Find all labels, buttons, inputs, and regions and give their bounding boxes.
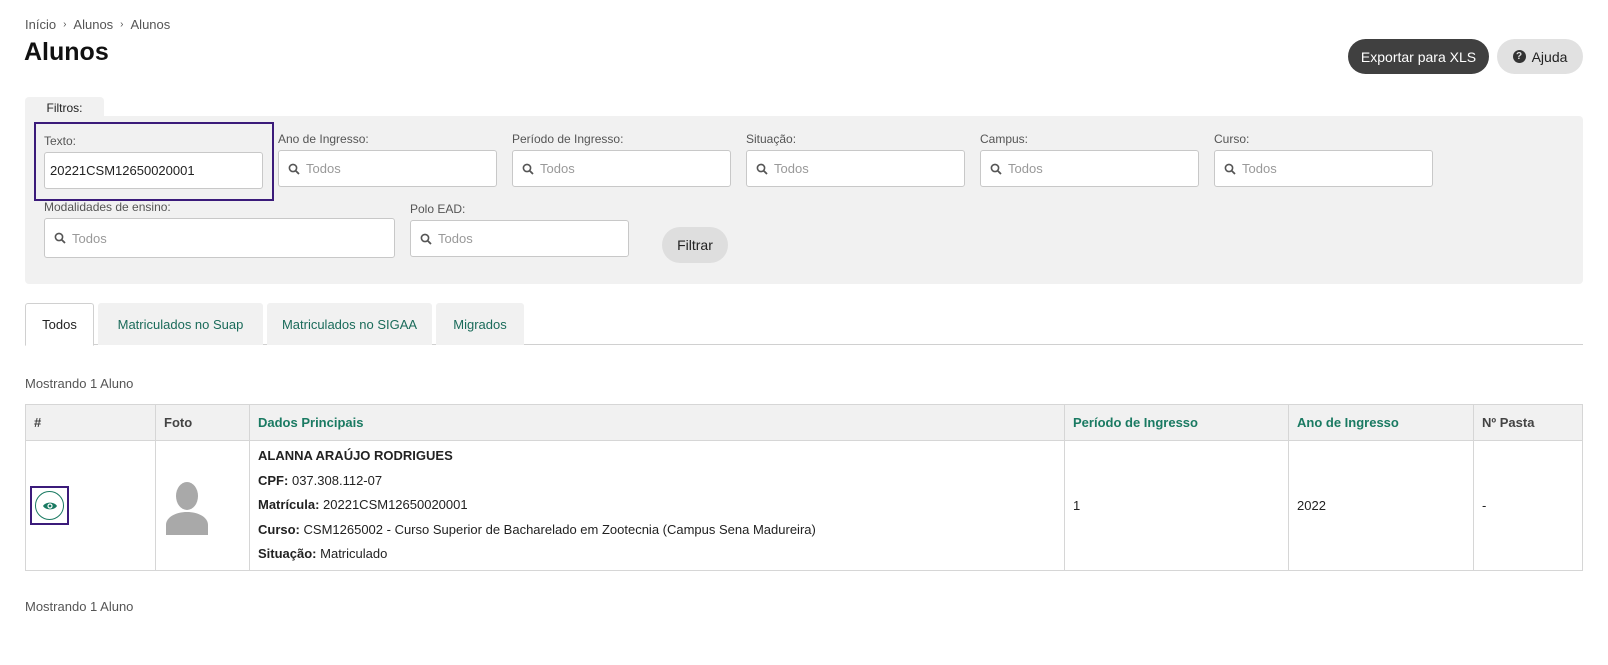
col-header-pasta: Nº Pasta [1473, 404, 1583, 441]
situacao-placeholder: Todos [774, 161, 809, 176]
tab-matriculados-suap[interactable]: Matriculados no Suap [98, 303, 263, 345]
question-circle-icon: ? [1512, 50, 1526, 63]
search-icon [1224, 163, 1236, 175]
campus-placeholder: Todos [1008, 161, 1043, 176]
col-header-index: # [25, 404, 156, 441]
curso-line: Curso: CSM1265002 - Curso Superior de Ba… [258, 521, 816, 537]
campus-filter: Campus: Todos [980, 132, 1199, 187]
campus-select[interactable]: Todos [980, 150, 1199, 187]
ano-ingresso-select[interactable]: Todos [278, 150, 497, 187]
page-title: Alunos [24, 38, 109, 66]
row-actions-cell [25, 440, 156, 571]
export-xls-button[interactable]: Exportar para XLS [1348, 39, 1489, 74]
tab-matriculados-sigaa[interactable]: Matriculados no SIGAA [267, 303, 432, 345]
ano-ingresso-filter: Ano de Ingresso: Todos [278, 132, 497, 187]
col-header-periodo[interactable]: Período de Ingresso [1064, 404, 1289, 441]
modalidades-select[interactable]: Todos [44, 218, 395, 258]
text-filter-input[interactable]: 20221CSM12650020001 [44, 152, 263, 189]
ano-ingresso-label: Ano de Ingresso: [278, 132, 369, 146]
col-header-ano[interactable]: Ano de Ingresso [1288, 404, 1474, 441]
situacao-line: Situação: Matriculado [258, 546, 388, 562]
curso-select[interactable]: Todos [1214, 150, 1433, 187]
polo-ead-placeholder: Todos [438, 231, 473, 246]
periodo-ingresso-label: Período de Ingresso: [512, 132, 624, 146]
periodo-cell: 1 [1064, 440, 1289, 571]
pasta-cell: - [1473, 440, 1583, 571]
col-header-foto: Foto [155, 404, 250, 441]
table-header-row: # Foto Dados Principais Período de Ingre… [25, 404, 1583, 441]
polo-ead-select[interactable]: Todos [410, 220, 629, 257]
breadcrumb: Início › Alunos › Alunos [25, 17, 170, 32]
situacao-label: Situação: [746, 132, 797, 146]
help-button-label: Ajuda [1531, 48, 1568, 65]
search-icon [420, 233, 432, 245]
photo-cell [155, 440, 250, 571]
search-icon [54, 232, 66, 244]
cpf-line: CPF: 037.308.112-07 [258, 472, 383, 488]
situacao-select[interactable]: Todos [746, 150, 965, 187]
view-button-highlight [30, 486, 69, 525]
breadcrumb-current: Alunos [130, 17, 171, 32]
campus-label: Campus: [980, 132, 1029, 146]
result-count-bottom: Mostrando 1 Aluno [25, 599, 134, 614]
filters-tab[interactable]: Filtros: [25, 97, 104, 118]
search-icon [288, 163, 300, 175]
help-button[interactable]: ? Ajuda [1497, 39, 1583, 74]
view-button[interactable] [35, 491, 64, 520]
search-icon [756, 163, 768, 175]
main-data-cell: ALANNA ARAÚJO RODRIGUES CPF: 037.308.112… [249, 440, 1065, 571]
tab-migrados[interactable]: Migrados [436, 303, 524, 345]
result-count-top: Mostrando 1 Aluno [25, 376, 134, 391]
col-header-dados[interactable]: Dados Principais [249, 404, 1065, 441]
text-filter-label: Texto: [44, 134, 77, 148]
curso-placeholder: Todos [1242, 161, 1277, 176]
curso-filter: Curso: Todos [1214, 132, 1433, 187]
ano-cell: 2022 [1288, 440, 1474, 571]
modalidades-placeholder: Todos [72, 230, 107, 246]
search-icon [522, 163, 534, 175]
ano-ingresso-placeholder: Todos [306, 161, 341, 176]
curso-label: Curso: [1214, 132, 1250, 146]
avatar [164, 476, 210, 535]
periodo-ingresso-filter: Período de Ingresso: Todos [512, 132, 731, 187]
polo-ead-label: Polo EAD: [410, 202, 466, 216]
chevron-right-icon: › [120, 19, 124, 30]
search-icon [990, 163, 1002, 175]
periodo-ingresso-select[interactable]: Todos [512, 150, 731, 187]
situacao-filter: Situação: Todos [746, 132, 965, 187]
modalidades-label: Modalidades de ensino: [44, 200, 171, 214]
results-table: # Foto Dados Principais Período de Ingre… [25, 404, 1583, 571]
filter-button[interactable]: Filtrar [662, 227, 728, 263]
breadcrumb-link-inicio[interactable]: Início [25, 17, 56, 32]
eye-icon [42, 502, 57, 509]
modalidades-filter: Modalidades de ensino: Todos [44, 200, 395, 258]
tab-todos[interactable]: Todos [25, 303, 94, 346]
periodo-ingresso-placeholder: Todos [540, 161, 575, 176]
result-tabs: Todos Matriculados no Suap Matriculados … [25, 303, 1583, 346]
polo-ead-filter: Polo EAD: Todos [410, 202, 629, 257]
text-filter: Texto: 20221CSM12650020001 [44, 134, 263, 189]
breadcrumb-link-alunos[interactable]: Alunos [73, 17, 113, 32]
table-row: ALANNA ARAÚJO RODRIGUES CPF: 037.308.112… [25, 440, 1583, 571]
student-name: ALANNA ARAÚJO RODRIGUES [258, 448, 453, 464]
matricula-line: Matrícula: 20221CSM12650020001 [258, 497, 468, 513]
chevron-right-icon: › [63, 19, 67, 30]
